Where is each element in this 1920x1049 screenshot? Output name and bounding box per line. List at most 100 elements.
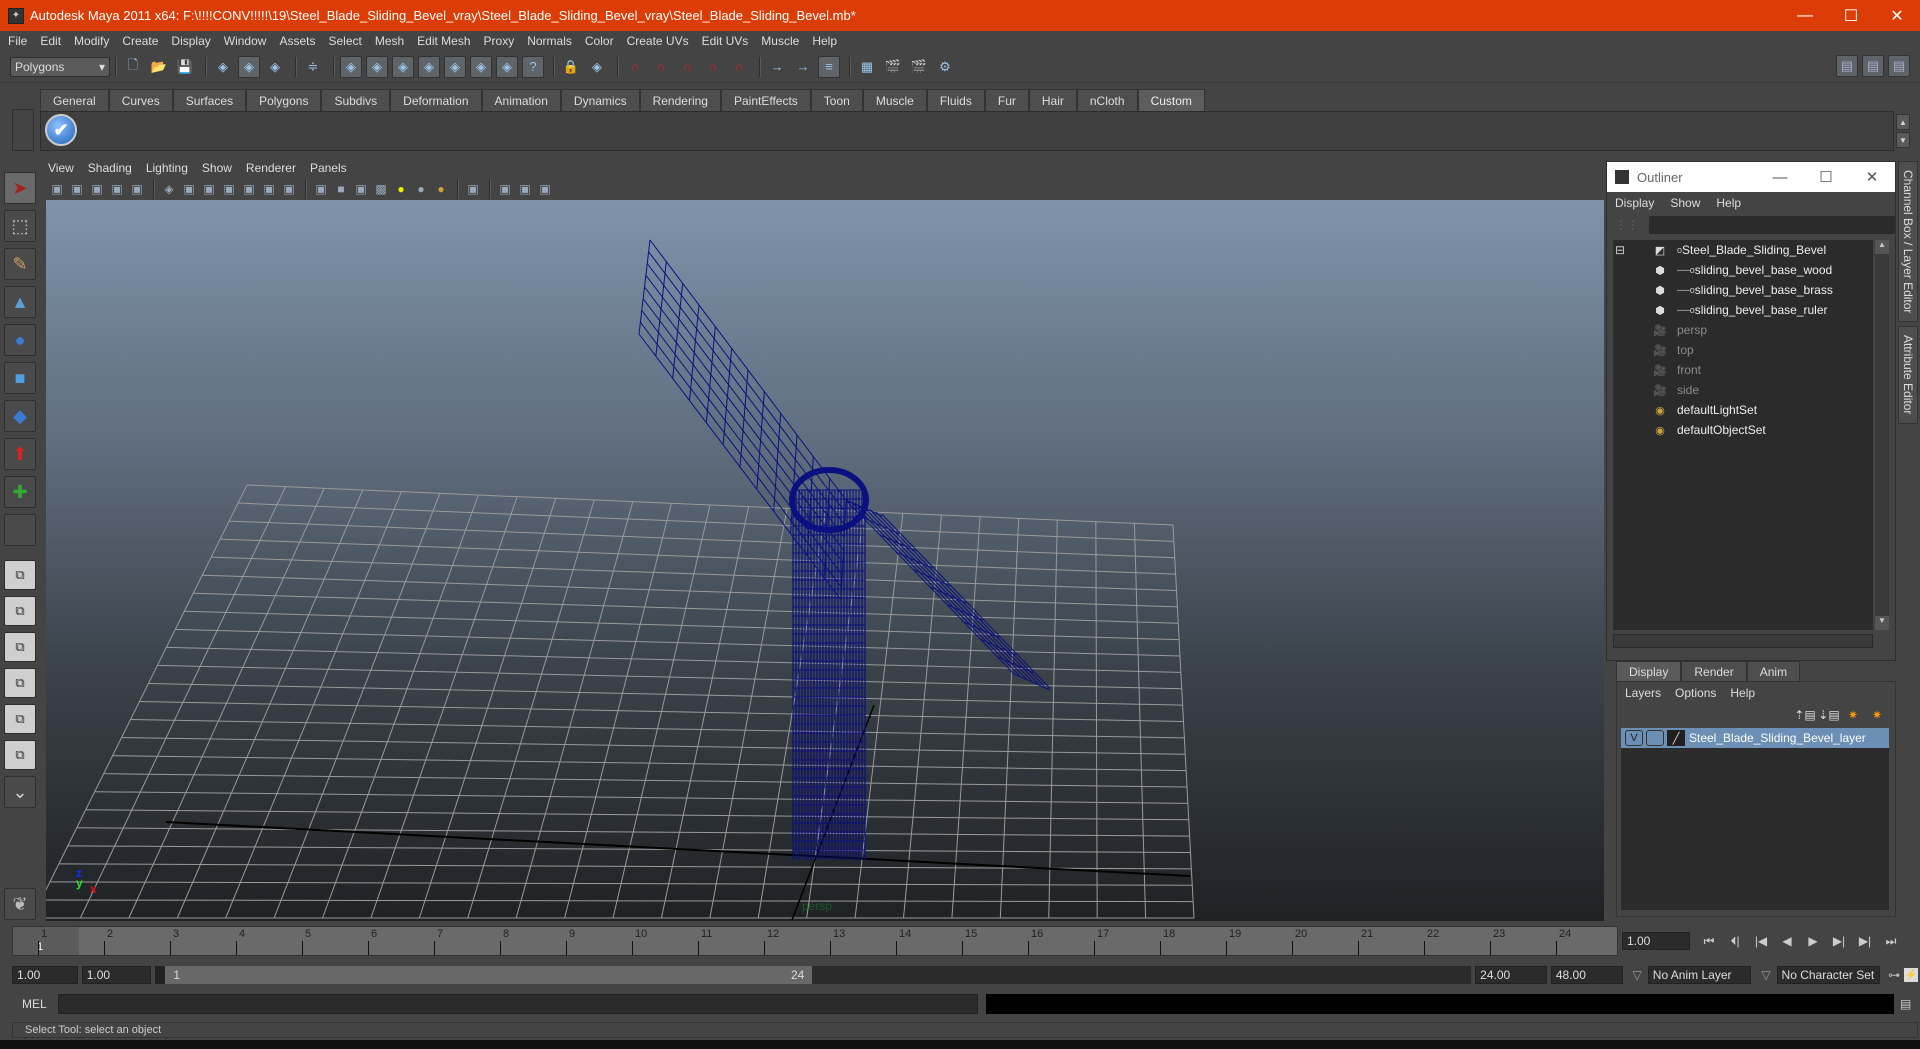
create-empty-layer-icon[interactable]: ✷ xyxy=(1841,706,1865,724)
outliner-menu-help[interactable]: Help xyxy=(1716,196,1741,210)
layer-playback-toggle[interactable] xyxy=(1646,730,1664,746)
outliner-item[interactable]: 🎥 top xyxy=(1613,340,1873,360)
paint-select-tool[interactable]: ✎ xyxy=(4,248,36,280)
outliner-maximize-button[interactable]: ☐ xyxy=(1803,162,1849,192)
lasso-tool[interactable]: ⬚ xyxy=(4,210,36,242)
time-slider[interactable]: 1 1 2 3 4 5 6 7 8 9 10 11 12 13 14 15 16 17 18 19 20 21 22 23 2… xyxy=(12,926,1618,956)
shelf-tab-animation[interactable]: Animation xyxy=(481,89,561,111)
select-handle-icon[interactable]: ◈ xyxy=(340,55,362,78)
layer-menu-help[interactable]: Help xyxy=(1730,686,1755,700)
layer-visibility-toggle[interactable]: V xyxy=(1625,730,1643,746)
shelf-tab-curves[interactable]: Curves xyxy=(108,89,173,111)
auto-key-icon[interactable]: ⊶ xyxy=(1888,968,1900,982)
persp-graph-layout-button[interactable]: ⧉ xyxy=(4,668,36,698)
textured-icon[interactable]: ▩ xyxy=(372,180,390,198)
animation-preferences-icon[interactable]: ⚡ xyxy=(1904,968,1919,982)
menu-edit[interactable]: Edit xyxy=(40,34,61,48)
menu-color[interactable]: Color xyxy=(585,34,614,48)
current-frame-field[interactable]: 1.00 xyxy=(1622,932,1690,950)
select-object-icon[interactable]: ◈ xyxy=(238,55,260,78)
last-tool[interactable]: ✚ xyxy=(4,476,36,508)
panel-menu-renderer[interactable]: Renderer xyxy=(246,161,296,175)
go-to-start-button[interactable]: ⏮ xyxy=(1696,932,1722,950)
single-perspective-layout-button[interactable]: ⧉ xyxy=(4,560,36,590)
xray-joints-icon[interactable]: ▣ xyxy=(516,180,534,198)
mel-label[interactable]: MEL xyxy=(12,997,58,1011)
step-forward-key-button[interactable]: ▶| xyxy=(1826,932,1852,950)
shelf-tab-rendering[interactable]: Rendering xyxy=(639,89,721,111)
layer-tab-anim[interactable]: Anim xyxy=(1746,661,1801,681)
new-scene-icon[interactable]: 🗋 xyxy=(122,56,144,78)
lock-selection-icon[interactable]: 🔒 xyxy=(560,56,582,78)
tool-settings-icon[interactable]: ▤ xyxy=(1862,55,1884,77)
select-joint-icon[interactable]: ◈ xyxy=(366,55,388,78)
menu-normals[interactable]: Normals xyxy=(527,34,572,48)
persp-outliner-layout-button[interactable]: ⧉ xyxy=(4,632,36,662)
snap-point-icon[interactable]: ∩ xyxy=(676,56,698,78)
bookmark-icon[interactable]: ▣ xyxy=(88,180,106,198)
step-back-frame-button[interactable]: ⏴| xyxy=(1722,932,1748,950)
shadows-icon[interactable]: ● xyxy=(412,180,430,198)
open-scene-icon[interactable]: 📂 xyxy=(148,56,170,78)
snap-grid-icon[interactable]: ∩ xyxy=(624,56,646,78)
persp-graph-hypergraph-layout-button[interactable]: ⧉ xyxy=(4,740,36,770)
checkmark-icon[interactable]: ✔ xyxy=(45,114,77,146)
mask-icon[interactable]: ≑ xyxy=(302,56,324,78)
select-dynamic-icon[interactable]: ◈ xyxy=(470,55,492,78)
shelf-tab-surfaces[interactable]: Surfaces xyxy=(172,89,247,111)
channel-box-icon[interactable]: ▤ xyxy=(1836,55,1858,77)
layer-row[interactable]: V ╱ Steel_Blade_Sliding_Bevel_layer xyxy=(1621,728,1889,748)
end-time-field[interactable]: 48.00 xyxy=(1550,966,1623,984)
more-layouts-button[interactable]: ⌄ xyxy=(4,776,36,808)
outliner-item[interactable]: 🎥 persp xyxy=(1613,320,1873,340)
panel-menu-shading[interactable]: Shading xyxy=(88,161,132,175)
scroll-up-arrow[interactable]: ▲ xyxy=(1875,240,1889,254)
construction-history-icon[interactable]: ≡ xyxy=(818,55,840,78)
render-view-icon[interactable]: ▦ xyxy=(856,56,878,78)
range-slider[interactable]: 1 24 xyxy=(165,966,813,984)
side-tab-attribute-editor[interactable]: Attribute Editor xyxy=(1898,326,1918,424)
panel-menu-view[interactable]: View xyxy=(48,161,74,175)
move-tool[interactable]: ▲ xyxy=(4,286,36,318)
menu-set-dropdown[interactable]: Polygons ▾ xyxy=(10,56,110,77)
move-layer-down-icon[interactable]: ⇣▤ xyxy=(1817,706,1841,724)
safe-title-icon[interactable]: ▣ xyxy=(280,180,298,198)
menu-window[interactable]: Window xyxy=(224,34,267,48)
soft-mod-tool[interactable]: ⬆ xyxy=(4,438,36,470)
anim-layer-field[interactable]: No Anim Layer xyxy=(1647,966,1752,984)
maya-logo-icon[interactable]: ❦ xyxy=(4,888,36,920)
render-current-icon[interactable]: 🎬 xyxy=(882,56,904,78)
menu-file[interactable]: File xyxy=(8,34,27,48)
outliner-filter-input[interactable] xyxy=(1649,216,1895,234)
outliner-item[interactable]: ⬢ ──o sliding_bevel_base_ruler xyxy=(1613,300,1873,320)
playback-start-field[interactable]: 1.00 xyxy=(81,966,152,984)
film-gate-icon[interactable]: ▣ xyxy=(180,180,198,198)
outliner-item[interactable]: 🎥 side xyxy=(1613,380,1873,400)
hypershade-persp-layout-button[interactable]: ⧉ xyxy=(4,704,36,734)
safe-action-icon[interactable]: ▣ xyxy=(260,180,278,198)
camera-attributes-icon[interactable]: ▣ xyxy=(68,180,86,198)
gate-mask-icon[interactable]: ▣ xyxy=(220,180,238,198)
go-to-end-button[interactable]: ⏭ xyxy=(1878,932,1904,950)
empty-tool[interactable] xyxy=(4,514,36,546)
chevron-down-icon[interactable]: ▽ xyxy=(1633,968,1642,982)
shelf-tab-deformation[interactable]: Deformation xyxy=(390,89,482,111)
panel-menu-lighting[interactable]: Lighting xyxy=(146,161,188,175)
menu-help[interactable]: Help xyxy=(812,34,837,48)
scroll-down-arrow[interactable]: ▼ xyxy=(1875,616,1889,630)
step-forward-frame-button[interactable]: ▶| xyxy=(1852,932,1878,950)
layer-tab-display[interactable]: Display xyxy=(1616,661,1682,681)
filter-icon[interactable]: ⋮⋮ xyxy=(1615,218,1639,232)
menu-edit-mesh[interactable]: Edit Mesh xyxy=(417,34,470,48)
outliner-close-button[interactable]: ✕ xyxy=(1849,162,1895,192)
layer-color-swatch[interactable]: ╱ xyxy=(1667,730,1685,746)
layer-editor-icon[interactable]: ▤ xyxy=(1888,55,1910,77)
side-tab-channel-box-layer-editor[interactable]: Channel Box / Layer Editor xyxy=(1898,161,1918,323)
layer-tab-render[interactable]: Render xyxy=(1681,661,1747,681)
shelf-scroll-down[interactable]: ▼ xyxy=(1896,132,1910,148)
outliner-horizontal-scrollbar[interactable] xyxy=(1613,634,1873,648)
shelf-tab-fluids[interactable]: Fluids xyxy=(926,89,985,111)
layer-menu-layers[interactable]: Layers xyxy=(1625,686,1661,700)
camera-select-icon[interactable]: ▣ xyxy=(48,180,66,198)
outliner-menu-show[interactable]: Show xyxy=(1670,196,1700,210)
